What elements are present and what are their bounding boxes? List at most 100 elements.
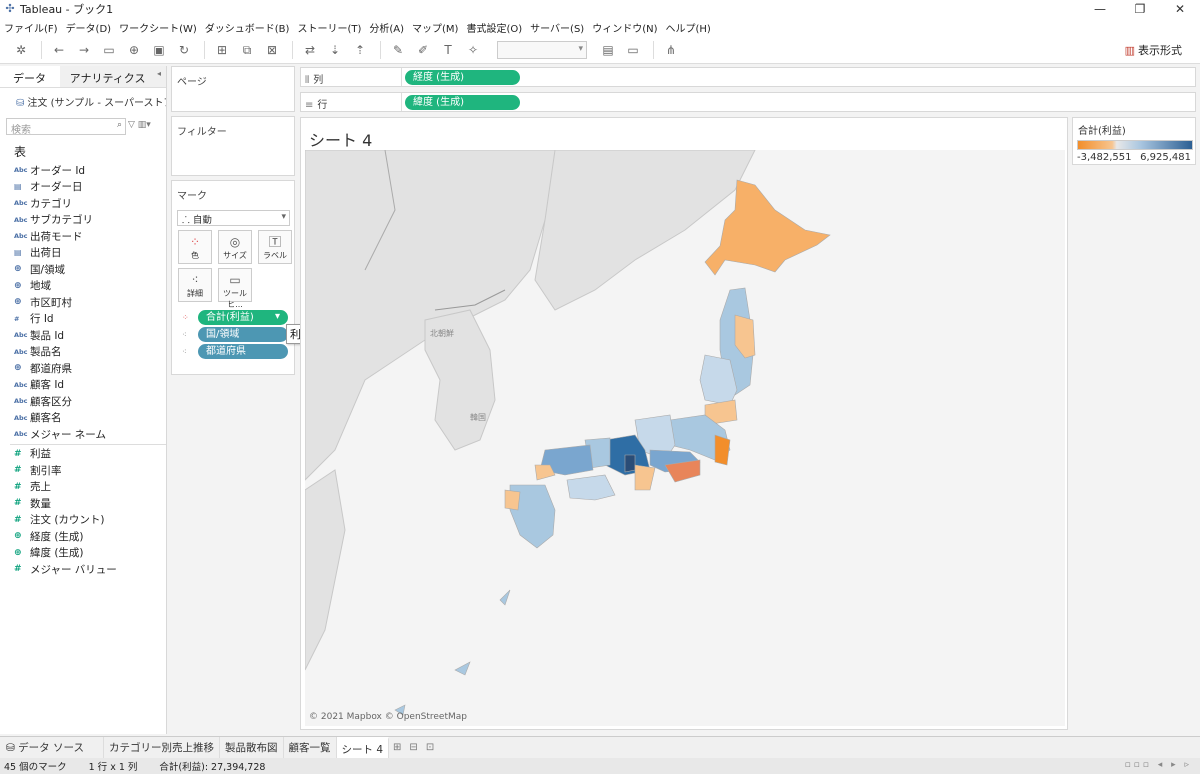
refresh-icon[interactable]: ↻ — [173, 39, 195, 61]
field-item[interactable]: ⊕ 国/領域 — [0, 261, 166, 278]
tab-analytics[interactable]: アナリティクス ◂ — [59, 66, 166, 87]
show-cards-icon[interactable]: ▤ — [597, 39, 619, 61]
menu-data[interactable]: データ(D) — [66, 20, 112, 35]
sort-descending-icon[interactable]: ⇡ — [349, 39, 371, 61]
minimize-button[interactable]: — — [1080, 0, 1120, 18]
new-worksheet-icon[interactable]: ⊞ — [211, 39, 233, 61]
menu-help[interactable]: ヘルプ(H) — [666, 20, 711, 35]
pause-updates-icon[interactable]: ▣ — [148, 39, 170, 61]
field-item[interactable]: ▤ オーダー日 — [0, 179, 166, 196]
field-item[interactable]: ⊕ 都道府県 — [0, 360, 166, 377]
field-item[interactable]: # 利益 — [0, 446, 166, 463]
tab-sheet-product-scatter[interactable]: 製品散布図 — [220, 736, 284, 759]
menu-story[interactable]: ストーリー(T) — [297, 20, 361, 35]
tab-sheet-4[interactable]: シート 4 — [336, 736, 390, 759]
field-item[interactable]: # 割引率 — [0, 462, 166, 479]
color-legend[interactable]: 合計(利益) -3,482,551 6,925,481 — [1072, 117, 1196, 165]
menu-window[interactable]: ウィンドウ(N) — [592, 20, 657, 35]
field-item[interactable]: Abc 顧客 Id — [0, 377, 166, 394]
share-icon[interactable]: ⋔ — [660, 39, 682, 61]
new-datasource-icon[interactable]: ⊕ — [123, 39, 145, 61]
field-item[interactable]: Abc 顧客名 — [0, 410, 166, 427]
new-story-tab-icon[interactable]: ⊡ — [422, 742, 438, 753]
field-item[interactable]: ⊕ 緯度 (生成) — [0, 545, 166, 562]
field-item[interactable]: Abc サブカテゴリ — [0, 212, 166, 229]
show-labels-icon[interactable]: T — [437, 39, 459, 61]
field-item[interactable]: ▤ 出荷日 — [0, 245, 166, 262]
field-item[interactable]: ⊕ 市区町村 — [0, 294, 166, 311]
filter-icon[interactable]: ▽ ▥▾ — [128, 120, 151, 130]
field-item[interactable]: Abc メジャー ネーム — [0, 426, 166, 443]
latitude-pill[interactable]: 緯度 (生成) — [405, 95, 520, 110]
longitude-pill[interactable]: 経度 (生成) — [405, 70, 520, 85]
fix-axes-icon[interactable]: ✧ — [462, 39, 484, 61]
field-item[interactable]: Abc 出荷モード — [0, 228, 166, 245]
field-item[interactable]: # 売上 — [0, 479, 166, 496]
menu-dashboard[interactable]: ダッシュボード(B) — [205, 20, 290, 35]
presentation-mode-icon[interactable]: ▭ — [622, 39, 644, 61]
label-button[interactable]: 🅃 ラベル — [258, 230, 292, 264]
field-type-icon: # — [14, 514, 22, 525]
menu-analysis[interactable]: 分析(A) — [369, 20, 404, 35]
color-button[interactable]: ⁘ 色 — [178, 230, 212, 264]
mark-type-dropdown[interactable]: ⸫ 自動 — [177, 210, 290, 226]
tab-sheet-customer-list[interactable]: 顧客一覧 — [284, 736, 337, 759]
field-item[interactable]: Abc 製品名 — [0, 344, 166, 361]
new-worksheet-tab-icon[interactable]: ⊞ — [389, 742, 405, 753]
group-icon[interactable]: ✐ — [412, 39, 434, 61]
duplicate-sheet-icon[interactable]: ⧉ — [236, 39, 258, 61]
columns-shelf[interactable]: ⫴ 列 経度 (生成) — [300, 67, 1196, 87]
map-attribution[interactable]: © 2021 Mapbox © OpenStreetMap — [309, 712, 467, 722]
field-item[interactable]: Abc オーダー Id — [0, 162, 166, 179]
tab-sheet-category-trend[interactable]: カテゴリー別売上推移 — [104, 736, 220, 759]
field-item[interactable]: # 行 Id — [0, 311, 166, 328]
menu-map[interactable]: マップ(M) — [412, 20, 458, 35]
menu-worksheet[interactable]: ワークシート(W) — [119, 20, 197, 35]
field-item[interactable]: Abc 顧客区分 — [0, 393, 166, 410]
field-item[interactable]: Abc 製品 Id — [0, 327, 166, 344]
close-button[interactable]: ✕ — [1160, 0, 1200, 18]
tab-data[interactable]: データ — [0, 66, 60, 87]
new-dashboard-tab-icon[interactable]: ⊟ — [405, 742, 421, 753]
sort-ascending-icon[interactable]: ⇣ — [324, 39, 346, 61]
prefecture-pill[interactable]: 都道府県 — [198, 344, 288, 359]
tooltip-button[interactable]: ▭ ツールヒ... — [218, 268, 252, 309]
size-button[interactable]: ◎ サイズ — [218, 230, 252, 264]
map-label-south-korea: 韓国 — [470, 413, 486, 422]
field-item[interactable]: Abc カテゴリ — [0, 195, 166, 212]
redo-icon[interactable]: → — [73, 39, 95, 61]
tableau-home-icon[interactable]: ✲ — [10, 39, 32, 61]
sheet-title[interactable]: シート 4 — [309, 127, 372, 151]
save-icon[interactable]: ▭ — [98, 39, 120, 61]
country-pill[interactable]: 国/領域 — [198, 327, 288, 342]
pages-card[interactable]: ページ — [171, 66, 295, 112]
rows-shelf[interactable]: ≡ 行 緯度 (生成) — [300, 92, 1196, 112]
field-item[interactable]: # 数量 — [0, 495, 166, 512]
field-item[interactable]: # メジャー バリュー — [0, 561, 166, 578]
menu-file[interactable]: ファイル(F) — [4, 20, 58, 35]
field-item[interactable]: # 注文 (カウント) — [0, 512, 166, 529]
swap-icon[interactable]: ⇄ — [299, 39, 321, 61]
chevron-icon[interactable]: ◂ — [157, 69, 161, 78]
detail-button[interactable]: ⁖ 詳細 — [178, 268, 212, 302]
field-label: 製品名 — [30, 346, 62, 359]
clear-sheet-icon[interactable]: ⊠ — [261, 39, 283, 61]
field-item[interactable]: ⊕ 経度 (生成) — [0, 528, 166, 545]
datasource-item[interactable]: ⛁注文 (サンプル - スーパーストア... — [0, 88, 166, 112]
sum-profit-pill[interactable]: 合計(利益) — [198, 310, 288, 325]
field-type-icon: # — [14, 465, 22, 476]
map-view[interactable]: 北朝鮮 韓国 © 2021 Mapbox © OpenStreetMap — [305, 150, 1065, 726]
tab-datasource[interactable]: ⛁ データ ソース — [0, 736, 104, 759]
show-me-button[interactable]: ▥ 表示形式 — [1125, 42, 1182, 58]
view-navigation-icons[interactable]: ▫▫▫ ◂ ▸ ▹ — [1125, 760, 1192, 770]
search-input[interactable]: 検索 ⌕ — [6, 118, 126, 136]
undo-icon[interactable]: ← — [48, 39, 70, 61]
menu-format[interactable]: 書式設定(O) — [466, 20, 522, 35]
legend-max: 6,925,481 — [1140, 152, 1191, 163]
highlight-icon[interactable]: ✎ — [387, 39, 409, 61]
fit-dropdown[interactable] — [497, 40, 587, 59]
field-item[interactable]: ⊕ 地域 — [0, 278, 166, 295]
filters-card[interactable]: フィルター — [171, 116, 295, 176]
restore-button[interactable]: ❐ — [1120, 0, 1160, 18]
menu-server[interactable]: サーバー(S) — [530, 20, 584, 35]
